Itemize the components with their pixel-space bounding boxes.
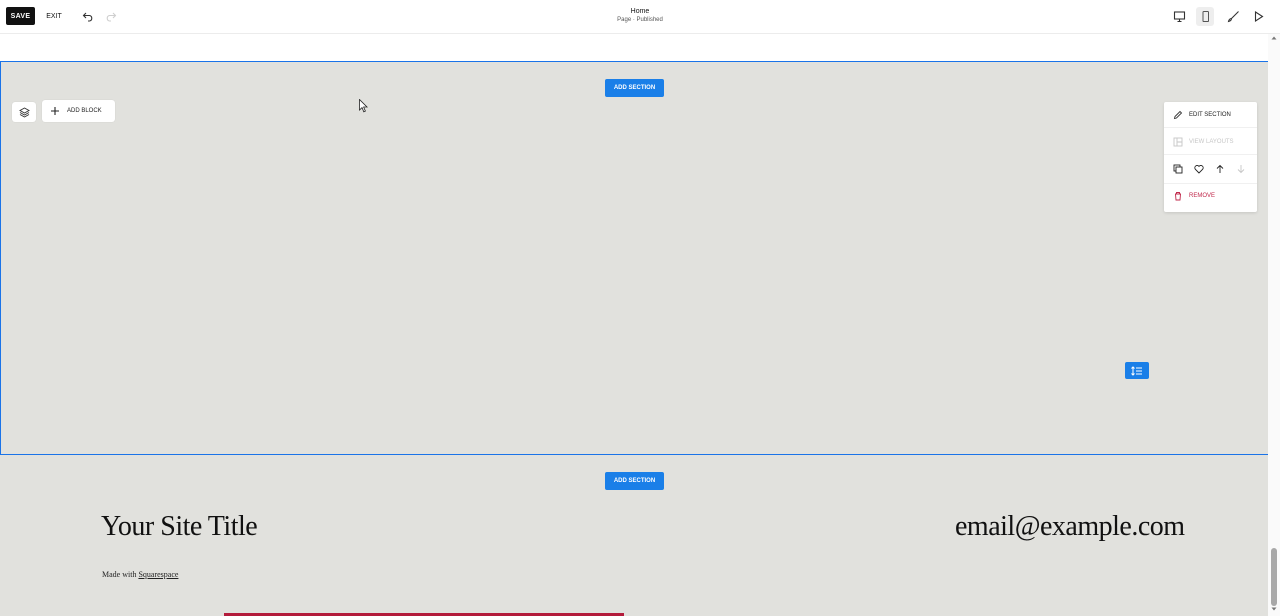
paintbrush-icon[interactable] [1227, 10, 1240, 23]
mouse-cursor-icon [359, 99, 368, 113]
spacing-icon [1131, 365, 1142, 376]
layout-icon [1173, 137, 1183, 147]
site-title: Your Site Title [101, 511, 258, 542]
edit-section-item[interactable]: EDIT SECTION [1173, 110, 1231, 120]
layers-icon [18, 106, 30, 118]
selected-section[interactable] [0, 61, 1270, 455]
save-button[interactable]: SAVE [6, 7, 35, 25]
pencil-icon [1173, 110, 1183, 120]
made-with-text: Made with Squarespace [102, 570, 178, 579]
add-block-label: ADD BLOCK [67, 108, 102, 114]
arrow-up-icon[interactable] [1215, 164, 1225, 174]
made-with-prefix: Made with [102, 570, 139, 579]
undo-icon[interactable] [82, 10, 94, 22]
page-status: Page · Published [617, 17, 663, 23]
view-layouts-item[interactable]: VIEW LAYOUTS [1173, 137, 1234, 147]
section-spacing-handle[interactable] [1125, 362, 1149, 379]
add-section-button-top[interactable]: ADD SECTION [605, 79, 664, 97]
menu-divider [1164, 127, 1257, 128]
layers-button[interactable] [12, 102, 36, 122]
heart-icon[interactable] [1194, 164, 1204, 174]
editor-toolbar: SAVE EXIT Home Page · Published [0, 0, 1280, 34]
add-block-button[interactable]: ADD BLOCK [42, 100, 115, 122]
vertical-scrollbar[interactable] [1268, 34, 1280, 616]
scroll-down-arrow-icon[interactable] [1271, 606, 1277, 612]
arrow-down-icon[interactable] [1236, 164, 1246, 174]
mobile-icon[interactable] [1199, 10, 1212, 23]
view-layouts-label: VIEW LAYOUTS [1189, 139, 1234, 145]
exit-button[interactable]: EXIT [44, 7, 64, 25]
desktop-icon[interactable] [1173, 10, 1186, 23]
section-menu: EDIT SECTION VIEW LAYOUTS REMOVE [1164, 102, 1257, 212]
plus-icon [51, 107, 59, 115]
edit-section-label: EDIT SECTION [1189, 112, 1231, 118]
scroll-thumb[interactable] [1271, 548, 1277, 606]
page-title[interactable]: Home [560, 8, 720, 15]
squarespace-link[interactable]: Squarespace [138, 570, 178, 579]
footer-email: email@example.com [955, 511, 1185, 542]
redo-icon[interactable] [105, 10, 117, 22]
add-section-button-bottom[interactable]: ADD SECTION [605, 472, 664, 490]
trash-icon [1175, 192, 1181, 201]
menu-divider [1164, 154, 1257, 155]
play-icon[interactable] [1252, 10, 1265, 23]
scroll-up-arrow-icon[interactable] [1271, 35, 1277, 41]
menu-divider [1164, 183, 1257, 184]
remove-section-item[interactable]: REMOVE [1173, 191, 1215, 201]
duplicate-icon[interactable] [1173, 164, 1183, 174]
remove-label: REMOVE [1189, 193, 1216, 199]
section-actions [1173, 164, 1257, 174]
